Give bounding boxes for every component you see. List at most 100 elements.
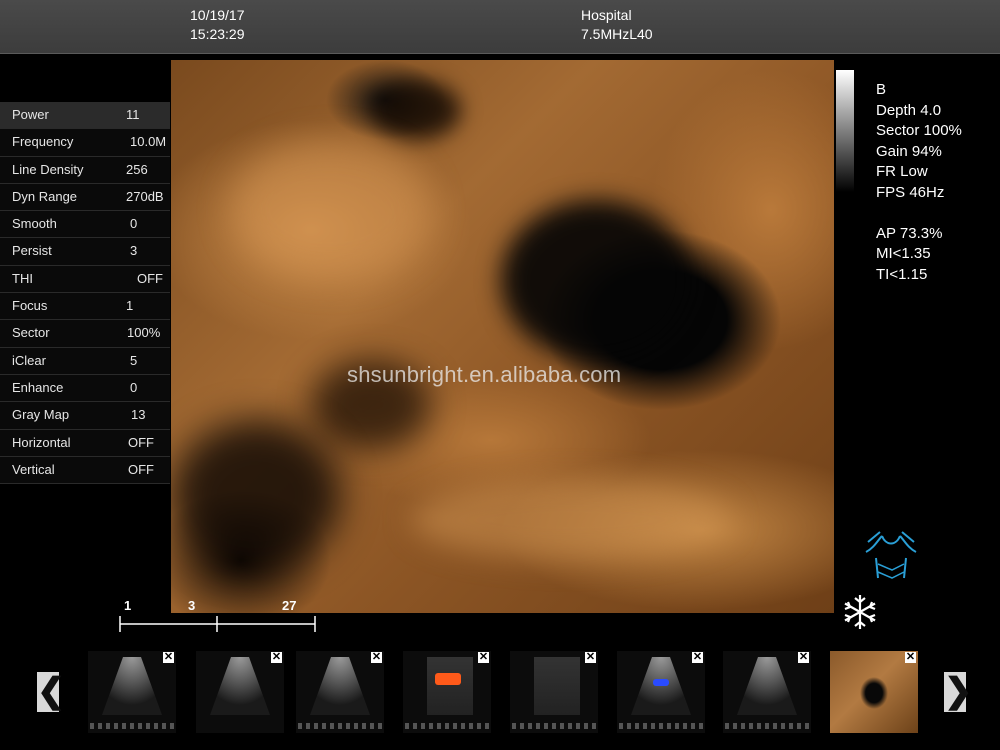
thumbnail-image bbox=[631, 657, 691, 715]
param-iclear[interactable]: iClear 5 bbox=[0, 348, 170, 375]
image-region bbox=[231, 140, 431, 280]
thumbnail-toolbar bbox=[90, 723, 174, 729]
param-label: THI bbox=[12, 270, 33, 286]
body-mark-icon[interactable] bbox=[862, 528, 920, 588]
image-region bbox=[171, 420, 341, 570]
param-label: Smooth bbox=[12, 216, 57, 232]
param-label: Dyn Range bbox=[12, 188, 78, 204]
image-region bbox=[371, 80, 461, 140]
thumbnail-image bbox=[534, 657, 580, 715]
imaging-info: B Depth 4.0 Sector 100% Gain 94% FR Low … bbox=[876, 80, 962, 285]
param-label: Line Density bbox=[12, 161, 84, 177]
param-label: Sector bbox=[12, 325, 50, 341]
param-vertical[interactable]: Vertical OFF bbox=[0, 457, 170, 485]
date-text: 10/19/17 bbox=[190, 7, 245, 23]
freeze-snowflake-icon[interactable] bbox=[840, 592, 880, 632]
param-thi[interactable]: THI OFF bbox=[0, 266, 170, 294]
close-icon[interactable]: ✕ bbox=[905, 652, 916, 663]
param-power[interactable]: Power 11 bbox=[0, 102, 170, 130]
param-value: OFF bbox=[137, 270, 163, 286]
image-region bbox=[501, 200, 691, 360]
param-value: 13 bbox=[131, 407, 146, 423]
hospital-name: Hospital bbox=[581, 7, 632, 23]
sector-text: Sector 100% bbox=[876, 122, 962, 139]
close-icon[interactable]: ✕ bbox=[692, 652, 703, 663]
param-gray-map[interactable]: Gray Map 13 bbox=[0, 402, 170, 430]
param-value: 270dB bbox=[126, 188, 164, 204]
param-label: Persist bbox=[12, 243, 52, 259]
watermark: shsunbright.en.alibaba.com bbox=[347, 362, 622, 387]
doppler-color-region bbox=[435, 673, 461, 685]
depth-text: Depth 4.0 bbox=[876, 101, 942, 119]
thumbnail-image bbox=[427, 657, 473, 715]
probe-name: 7.5MHzL40 bbox=[581, 26, 653, 42]
param-label: Horizontal bbox=[12, 434, 71, 450]
param-sector[interactable]: Sector 100% bbox=[0, 320, 170, 348]
close-icon[interactable]: ✕ bbox=[798, 652, 809, 663]
mode-text: B bbox=[876, 81, 887, 98]
thumbnail-image bbox=[830, 651, 918, 733]
param-enhance[interactable]: Enhance 0 bbox=[0, 375, 170, 403]
gain-text: Gain 94% bbox=[876, 142, 942, 160]
image-region bbox=[411, 480, 731, 560]
param-label: Focus bbox=[12, 298, 48, 314]
param-value: 0 bbox=[130, 216, 138, 232]
param-value: OFF bbox=[128, 434, 154, 450]
thumbnail[interactable]: ✕ bbox=[723, 651, 811, 733]
grayscale-bar bbox=[836, 70, 854, 192]
thumbnail-toolbar bbox=[512, 723, 596, 729]
param-value: 3 bbox=[130, 243, 138, 259]
param-frequency[interactable]: Frequency 10.0M bbox=[0, 129, 170, 157]
thumbnail[interactable]: ✕ bbox=[617, 651, 705, 733]
thumbnail[interactable]: ✕ bbox=[196, 651, 284, 733]
hospital-probe: Hospital 7.5MHzL40 bbox=[581, 6, 653, 44]
thumbnail[interactable]: ✕ bbox=[88, 651, 176, 733]
param-persist[interactable]: Persist 3 bbox=[0, 238, 170, 266]
param-label: Enhance bbox=[12, 379, 64, 395]
param-dyn-range[interactable]: Dyn Range 270dB bbox=[0, 184, 170, 212]
param-value: 256 bbox=[126, 161, 148, 177]
param-label: Power bbox=[12, 107, 49, 122]
datetime: 10/19/17 15:23:29 bbox=[190, 6, 245, 44]
param-value: 1 bbox=[126, 298, 134, 314]
thumbnail-image bbox=[210, 657, 270, 715]
thumbnail-image bbox=[310, 657, 370, 715]
thumbnail[interactable]: ✕ bbox=[296, 651, 384, 733]
close-icon[interactable]: ✕ bbox=[585, 652, 596, 663]
thumbnail[interactable]: ✕ bbox=[403, 651, 491, 733]
param-horizontal[interactable]: Horizontal OFF bbox=[0, 430, 170, 457]
top-status-bar: 10/19/17 15:23:29 Hospital 7.5MHzL40 bbox=[0, 0, 1000, 54]
param-value: 11 bbox=[126, 107, 140, 122]
chevron-right-icon[interactable]: ❯ bbox=[944, 672, 973, 712]
close-icon[interactable]: ✕ bbox=[371, 652, 382, 663]
thumbnail-toolbar bbox=[725, 723, 809, 729]
param-label: Vertical bbox=[12, 461, 55, 477]
thumbnail[interactable]: ✕ bbox=[510, 651, 598, 733]
param-line-density[interactable]: Line Density 256 bbox=[0, 157, 170, 184]
close-icon[interactable]: ✕ bbox=[271, 652, 282, 663]
param-label: iClear bbox=[12, 352, 46, 368]
chevron-left-icon[interactable]: ❮ bbox=[37, 672, 66, 712]
param-value: 0 bbox=[130, 379, 138, 395]
thumbnail-toolbar bbox=[298, 723, 382, 729]
thumbnail-image bbox=[102, 657, 162, 715]
cine-scale[interactable]: 1 3 27 bbox=[118, 598, 318, 634]
param-value: 10.0M bbox=[130, 134, 167, 150]
thumbnail-toolbar bbox=[405, 723, 489, 729]
thumbnail-image bbox=[737, 657, 797, 715]
param-label: Frequency bbox=[12, 134, 74, 150]
thumbnail-selected[interactable]: ✕ bbox=[830, 651, 918, 733]
close-icon[interactable]: ✕ bbox=[163, 652, 174, 663]
parameter-panel: Power 11 Frequency 10.0M Line Density 256 D… bbox=[0, 102, 170, 485]
mi-text: MI<1.35 bbox=[876, 245, 931, 262]
param-value: OFF bbox=[128, 461, 154, 477]
param-focus[interactable]: Focus 1 bbox=[0, 293, 170, 321]
ultrasound-3d-image[interactable] bbox=[171, 60, 834, 613]
fps-text: FPS 46Hz bbox=[876, 183, 945, 201]
ti-text: TI<1.15 bbox=[876, 265, 928, 283]
param-value: 5 bbox=[130, 352, 138, 368]
param-smooth[interactable]: Smooth 0 bbox=[0, 211, 170, 239]
doppler-color-region bbox=[653, 679, 669, 686]
close-icon[interactable]: ✕ bbox=[478, 652, 489, 663]
